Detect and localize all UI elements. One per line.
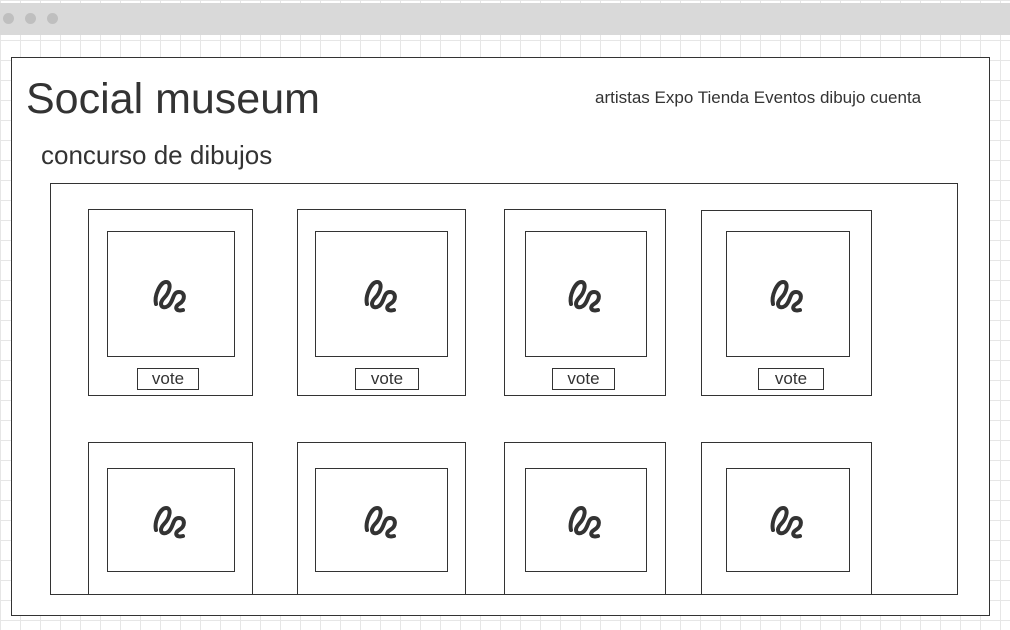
- drawing-card: vote: [701, 210, 872, 396]
- drawing-card: [701, 442, 872, 594]
- image-placeholder-icon: [153, 505, 186, 539]
- image-placeholder-icon: [568, 279, 601, 313]
- drawing-image[interactable]: [726, 231, 850, 357]
- drawing-image[interactable]: [107, 231, 235, 357]
- section-title: concurso de dibujos: [41, 140, 273, 170]
- drawing-image[interactable]: [315, 468, 448, 572]
- nav-item-cuenta[interactable]: cuenta: [870, 88, 921, 107]
- main-nav: artistas Expo Tienda Eventos dibujo cuen…: [595, 88, 921, 108]
- drawing-card: vote: [88, 209, 253, 396]
- image-placeholder-icon: [770, 505, 803, 539]
- window-maximize-dot[interactable]: [47, 13, 58, 24]
- drawing-image[interactable]: [315, 231, 448, 357]
- page-frame: Social museum artistas Expo Tienda Event…: [11, 57, 990, 616]
- drawing-card: vote: [504, 209, 666, 396]
- site-title: Social museum: [26, 75, 320, 123]
- nav-item-expo[interactable]: Expo: [655, 88, 694, 107]
- drawing-card: [88, 442, 253, 594]
- image-placeholder-icon: [568, 505, 601, 539]
- nav-item-artistas[interactable]: artistas: [595, 88, 650, 107]
- image-placeholder-icon: [770, 279, 803, 313]
- nav-item-dibujo[interactable]: dibujo: [820, 88, 865, 107]
- drawing-gallery: vote vote vote vote: [50, 183, 958, 595]
- nav-item-eventos[interactable]: Eventos: [754, 88, 815, 107]
- drawing-card: [504, 442, 666, 594]
- drawing-card: [297, 442, 466, 594]
- vote-button[interactable]: vote: [355, 368, 419, 390]
- drawing-image[interactable]: [525, 231, 647, 357]
- image-placeholder-icon: [153, 279, 186, 313]
- drawing-image[interactable]: [107, 468, 235, 572]
- drawing-card: vote: [297, 209, 466, 396]
- image-placeholder-icon: [364, 279, 397, 313]
- nav-item-tienda[interactable]: Tienda: [698, 88, 749, 107]
- image-placeholder-icon: [364, 505, 397, 539]
- vote-button[interactable]: vote: [137, 368, 199, 390]
- window-titlebar: [0, 3, 1010, 35]
- window-close-dot[interactable]: [3, 13, 14, 24]
- drawing-image[interactable]: [726, 468, 850, 572]
- window-minimize-dot[interactable]: [25, 13, 36, 24]
- vote-button[interactable]: vote: [552, 368, 615, 390]
- vote-button[interactable]: vote: [758, 368, 824, 390]
- drawing-image[interactable]: [525, 468, 647, 572]
